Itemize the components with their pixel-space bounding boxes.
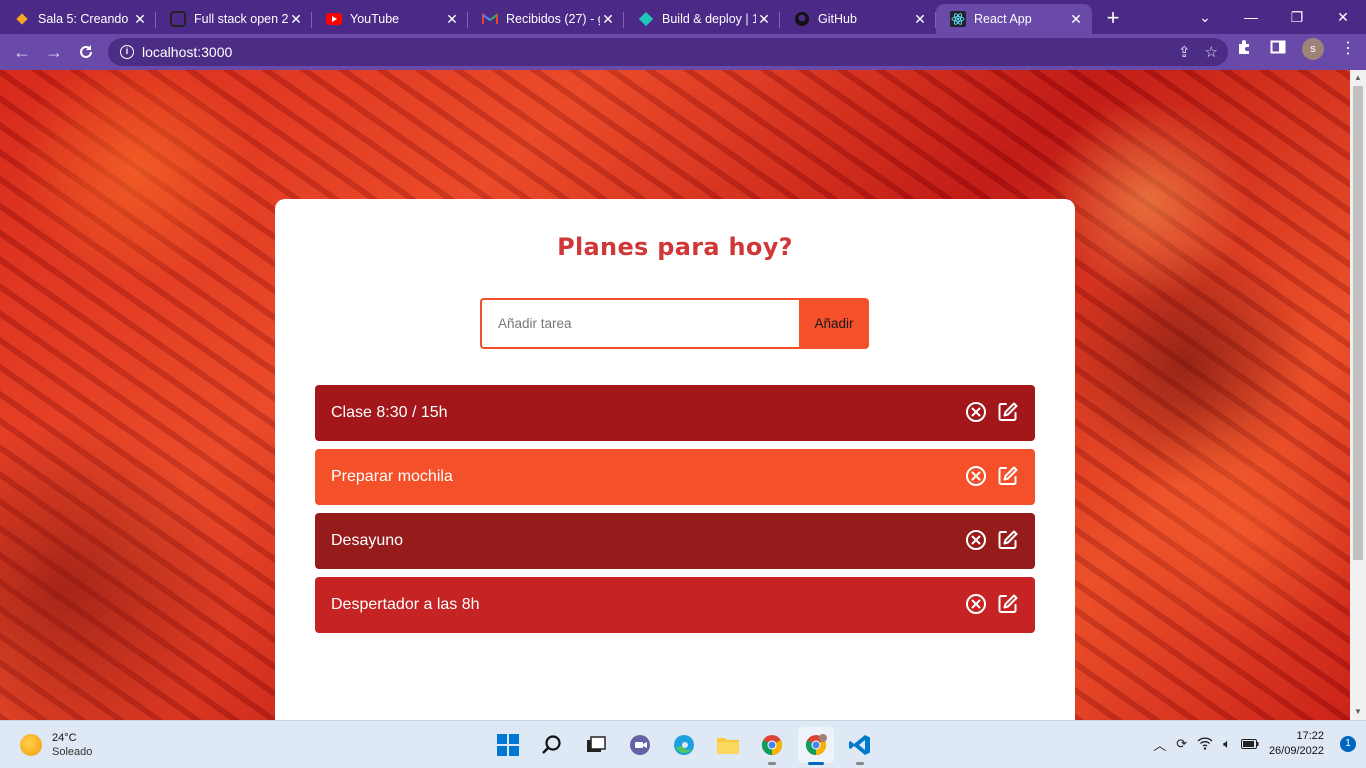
extensions-puzzle-icon[interactable] (1234, 39, 1254, 59)
notification-badge[interactable]: 1 (1340, 736, 1356, 752)
todo-text: Clase 8:30 / 15h (331, 404, 448, 421)
tab-search-icon[interactable]: ⌄ (1182, 9, 1228, 26)
side-panel-icon[interactable] (1268, 39, 1288, 59)
delete-circle-x-icon[interactable] (965, 401, 987, 423)
youtube-icon (326, 11, 342, 27)
forward-arrow-icon[interactable]: → (38, 36, 70, 68)
page-scrollbar[interactable]: ▲ ▼ (1350, 70, 1366, 720)
site-info-icon[interactable]: i (120, 45, 134, 59)
windows-taskbar: 24°C Soleado ︿ ⟳ 🔈︎ 17:22 26/09/2022 1 (0, 720, 1366, 768)
delete-circle-x-icon[interactable] (965, 593, 987, 615)
weather-widget[interactable]: 24°C Soleado (20, 731, 92, 759)
tab-title: GitHub (818, 12, 857, 26)
edit-pencil-icon[interactable] (997, 529, 1019, 551)
todo-text: Preparar mochila (331, 468, 453, 485)
clock-date: 26/09/2022 (1268, 745, 1324, 757)
browser-toolbar: ← → i localhost:3000 ⇪ ☆ s ⋮ (0, 34, 1366, 70)
tab-title: Full stack open 20 (194, 12, 288, 26)
close-tab-icon[interactable]: ✕ (600, 11, 616, 27)
edge-browser-icon[interactable] (666, 727, 702, 763)
fullstack-icon (170, 11, 186, 27)
task-input[interactable] (480, 298, 799, 349)
sync-icon[interactable]: ⟳ (1176, 736, 1187, 752)
diamond-orange-icon (14, 11, 30, 27)
tab-react-app[interactable]: React App ✕ (936, 4, 1092, 34)
bookmark-star-icon[interactable]: ☆ (1205, 43, 1218, 61)
profile-avatar[interactable]: s (1302, 38, 1324, 60)
tab-github[interactable]: GitHub ✕ (780, 4, 936, 34)
battery-icon[interactable] (1240, 737, 1259, 752)
address-bar[interactable]: i localhost:3000 ⇪ ☆ (108, 38, 1228, 66)
edit-pencil-icon[interactable] (997, 401, 1019, 423)
chrome-profile-icon[interactable] (798, 727, 834, 765)
scroll-down-arrow-icon[interactable]: ▼ (1354, 708, 1362, 716)
todo-item[interactable]: Preparar mochila (315, 449, 1035, 505)
share-icon[interactable]: ⇪ (1178, 43, 1191, 61)
close-tab-icon[interactable]: ✕ (132, 11, 148, 27)
close-window-button[interactable]: ✕ (1320, 9, 1366, 26)
todo-text: Despertador a las 8h (331, 596, 480, 613)
netlify-icon (638, 11, 654, 27)
vscode-icon[interactable] (842, 727, 878, 765)
close-tab-icon[interactable]: ✕ (288, 11, 304, 27)
todo-item[interactable]: Clase 8:30 / 15h (315, 385, 1035, 441)
menu-kebab-icon[interactable]: ⋮ (1338, 39, 1358, 59)
delete-circle-x-icon[interactable] (965, 529, 987, 551)
minimize-button[interactable]: — (1228, 9, 1274, 25)
sun-icon (20, 734, 42, 756)
volume-icon[interactable]: 🔈︎ (1223, 736, 1231, 752)
close-tab-icon[interactable]: ✕ (756, 11, 772, 27)
chevron-up-icon[interactable]: ︿ (1153, 735, 1166, 754)
scrollbar-thumb[interactable] (1353, 86, 1363, 560)
add-task-form: Añadir (480, 298, 869, 349)
tab-sala5[interactable]: Sala 5: Creando e ✕ (0, 4, 156, 34)
task-view-icon[interactable] (578, 727, 614, 763)
todo-item[interactable]: Despertador a las 8h (315, 577, 1035, 633)
weather-condition: Soleado (52, 746, 93, 758)
scroll-up-arrow-icon[interactable]: ▲ (1354, 74, 1362, 82)
tab-youtube[interactable]: YouTube ✕ (312, 4, 468, 34)
file-explorer-icon[interactable] (710, 727, 746, 763)
close-tab-icon[interactable]: ✕ (444, 11, 460, 27)
react-icon (950, 11, 966, 27)
browser-tab-strip: Sala 5: Creando e ✕ Full stack open 20 ✕… (0, 0, 1366, 34)
back-arrow-icon[interactable]: ← (6, 36, 38, 68)
edit-pencil-icon[interactable] (997, 465, 1019, 487)
chrome-icon[interactable] (754, 727, 790, 765)
url-text: localhost:3000 (142, 44, 233, 60)
tab-title: Sala 5: Creando e (38, 12, 132, 26)
weather-temperature: 24°C (52, 732, 77, 744)
search-icon[interactable] (534, 727, 570, 763)
todo-list: Clase 8:30 / 15h Preparar mochila Desayuno… (315, 385, 1035, 641)
tab-netlify[interactable]: Build & deploy | 1 ✕ (624, 4, 780, 34)
tab-title: YouTube (350, 12, 400, 26)
system-clock[interactable]: 17:22 26/09/2022 (1269, 729, 1324, 759)
restore-button[interactable]: ❐ (1274, 9, 1320, 26)
close-tab-icon[interactable]: ✕ (1068, 11, 1084, 27)
tab-title: React App (974, 12, 1032, 26)
teams-chat-icon[interactable] (622, 727, 658, 763)
todo-item[interactable]: Desayuno (315, 513, 1035, 569)
github-icon (794, 11, 810, 27)
start-windows-icon[interactable] (490, 727, 526, 763)
tab-title: Build & deploy | 1 (662, 12, 756, 26)
wifi-icon[interactable] (1197, 736, 1213, 753)
page-title: Planes para hoy? (557, 233, 793, 261)
gmail-icon (482, 11, 498, 27)
tab-title: Recibidos (27) - g (506, 12, 600, 26)
tab-fullstack[interactable]: Full stack open 20 ✕ (156, 4, 312, 34)
todo-card: Planes para hoy? Añadir Clase 8:30 / 15h… (275, 199, 1075, 720)
reload-icon[interactable] (70, 36, 102, 68)
delete-circle-x-icon[interactable] (965, 465, 987, 487)
todo-text: Desayuno (331, 532, 404, 549)
new-tab-button[interactable]: + (1096, 4, 1130, 34)
clock-time: 17:22 (1296, 730, 1324, 742)
add-task-button[interactable]: Añadir (799, 298, 869, 349)
tab-gmail[interactable]: Recibidos (27) - g ✕ (468, 4, 624, 34)
autumn-leaves-background: Planes para hoy? Añadir Clase 8:30 / 15h… (0, 70, 1350, 720)
edit-pencil-icon[interactable] (997, 593, 1019, 615)
close-tab-icon[interactable]: ✕ (912, 11, 928, 27)
